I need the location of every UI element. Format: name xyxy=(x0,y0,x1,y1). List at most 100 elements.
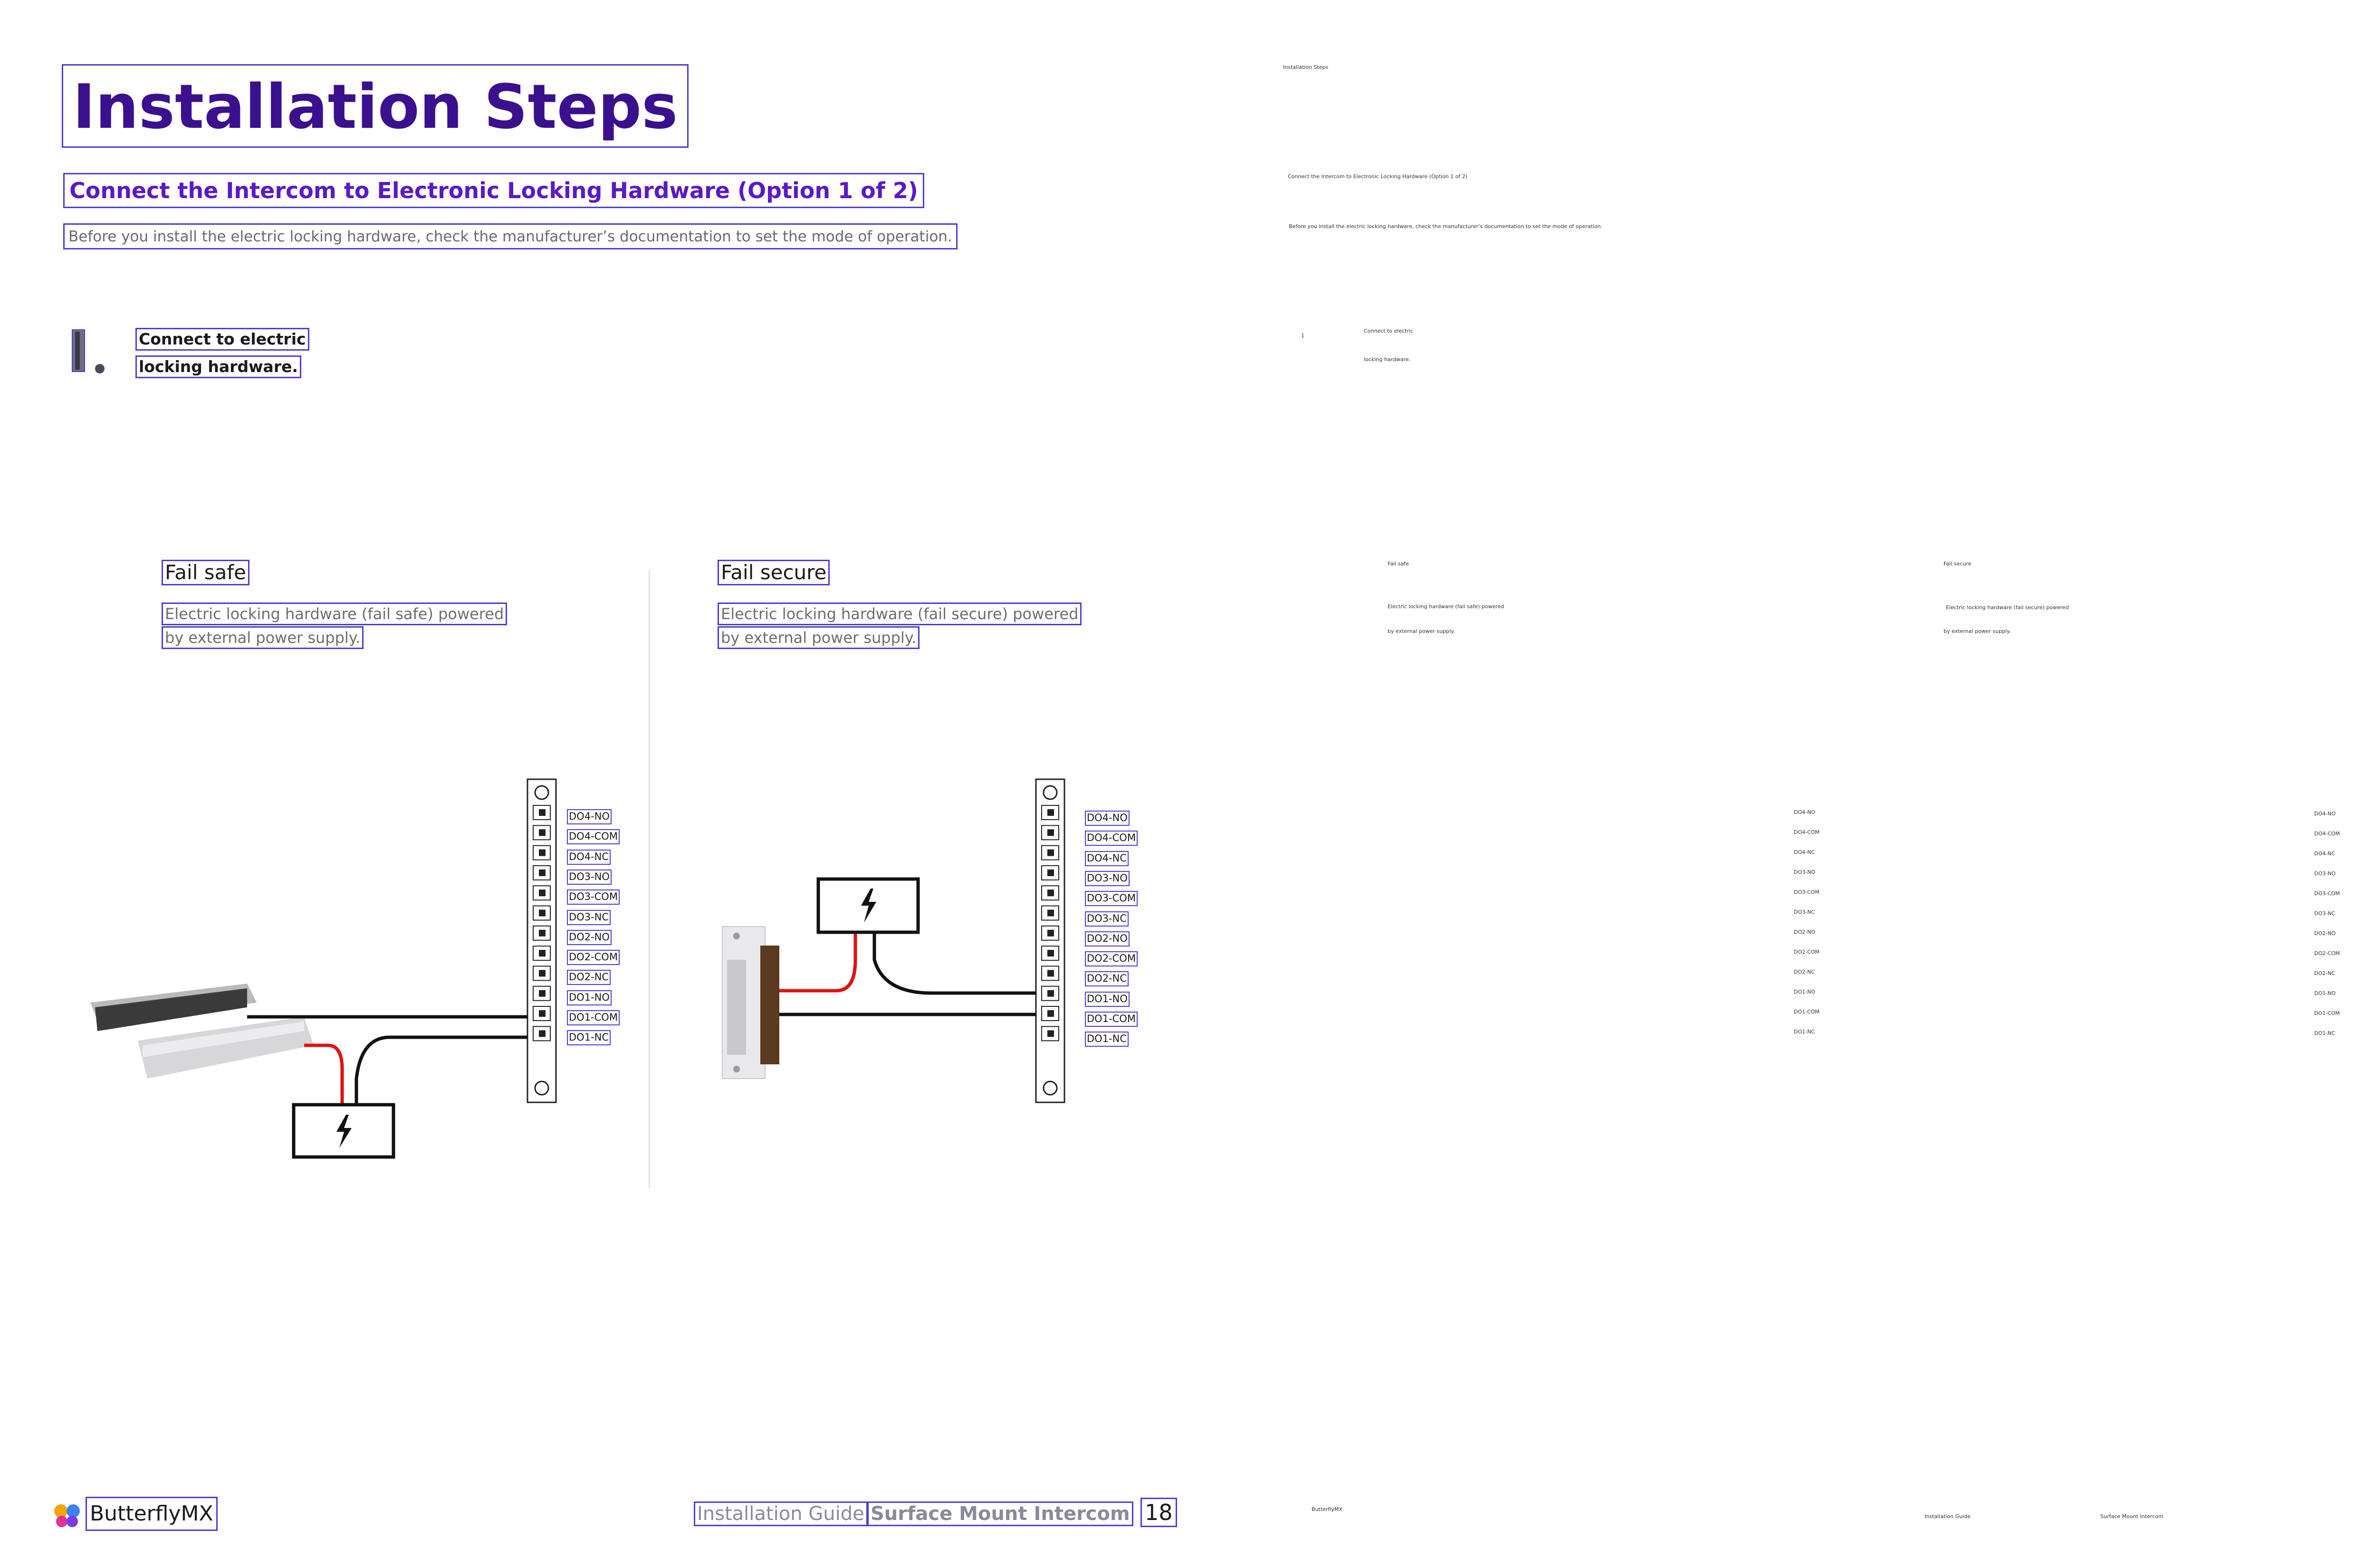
terminal-label: DO2-COM xyxy=(567,950,620,966)
terminal-label: DO2-COM xyxy=(1085,951,1138,967)
mirror-title: Installation Steps xyxy=(1283,64,1329,70)
terminal-screw xyxy=(539,849,546,856)
mirror-terminal-label: DO2-NC xyxy=(2314,970,2336,976)
terminal-screw xyxy=(1047,929,1054,937)
terminal-label: DO1-NC xyxy=(1085,1032,1129,1047)
wire-red xyxy=(304,1043,344,1105)
terminal-label: DO4-NC xyxy=(1085,851,1129,866)
mirror-terminal-label: DO2-NC xyxy=(1794,969,1815,975)
terminal-label: DO3-COM xyxy=(567,889,620,905)
mirror-terminal-label: DO3-NC xyxy=(2314,910,2336,917)
fail-safe-heading: Fail safe xyxy=(162,560,249,585)
fail-secure-desc-line1: Electric locking hardware (fail secure) … xyxy=(718,602,1082,625)
mirror-terminal-label: DO3-COM xyxy=(1794,889,1820,895)
mirror-terminal-label: DO1-NO xyxy=(1794,989,1815,995)
mirror-fail-safe-desc1: Electric locking hardware (fail safe) po… xyxy=(1388,603,1504,610)
terminal-screw xyxy=(1047,1010,1054,1017)
terminal-label: DO4-NC xyxy=(567,849,611,865)
fail-secure-desc-line2: by external power supply. xyxy=(718,626,920,649)
page-number: 18 xyxy=(1140,1498,1177,1527)
mirror-terminal-label: DO3-COM xyxy=(2314,890,2340,897)
mirror-product: Surface Mount Intercom xyxy=(2100,1513,2164,1520)
fail-secure-heading: Fail secure xyxy=(718,560,830,585)
terminal-label: DO2-NO xyxy=(567,929,612,945)
terminal-label: DO3-COM xyxy=(1085,891,1138,907)
terminal-screw xyxy=(539,929,546,937)
mirror-subtitle: Connect the Intercom to Electronic Locki… xyxy=(1288,173,1467,180)
terminal-label: DO2-NC xyxy=(567,970,611,985)
terminal-screw xyxy=(1047,950,1054,957)
mirror-terminal-label: DO3-NO xyxy=(2314,870,2336,877)
mirror-intro: Before you install the electric locking … xyxy=(1289,223,1602,229)
magnetic-lock-image xyxy=(90,984,314,1079)
step-text-line1: Connect to electric xyxy=(135,328,309,351)
mirror-terminal-label: DO1-COM xyxy=(1794,1009,1820,1015)
intro-text: Before you install the electric locking … xyxy=(63,223,958,249)
panel-divider xyxy=(649,570,650,1188)
terminal-screw xyxy=(1047,829,1054,836)
mirror-fail-secure-desc2: by external power supply. xyxy=(1944,628,2011,634)
mirror-terminal-label: DO4-NO xyxy=(1794,809,1815,815)
terminal-screw xyxy=(539,889,546,897)
mirror-terminal-label: DO2-NO xyxy=(2314,930,2336,937)
terminal-block xyxy=(1035,778,1065,1103)
power-supply-icon xyxy=(292,1103,395,1159)
terminal-label: DO3-NC xyxy=(567,909,611,925)
power-supply-icon xyxy=(816,877,920,934)
section-subtitle: Connect the Intercom to Electronic Locki… xyxy=(63,173,924,208)
mirror-step-line2: locking hardware. xyxy=(1364,356,1411,363)
mirror-terminal-label: DO4-NC xyxy=(1794,849,1815,855)
wire-red xyxy=(779,934,857,993)
footer-product-label: Surface Mount Intercom xyxy=(867,1501,1133,1526)
mirror-terminal-label: DO4-COM xyxy=(1794,829,1820,835)
terminal-screw xyxy=(1047,869,1054,876)
terminal-screw xyxy=(1047,1030,1054,1037)
mirror-guide: Installation Guide xyxy=(1925,1513,1971,1520)
terminal-label: DO3-NC xyxy=(1085,911,1129,927)
wire-black-2 xyxy=(354,1035,527,1105)
fail-safe-wiring-diagram xyxy=(90,778,557,1159)
mirror-terminal-label: DO2-COM xyxy=(2314,950,2340,956)
terminal-screw xyxy=(539,1030,546,1037)
mirror-terminal-label: DO4-NO xyxy=(2314,811,2336,817)
terminal-label: DO4-NO xyxy=(567,809,612,824)
fail-secure-wiring-diagram xyxy=(722,778,1065,1103)
mirror-terminal-label: DO1-NC xyxy=(2314,1030,2336,1036)
mirror-terminal-label: DO1-COM xyxy=(2314,1010,2340,1016)
butterfly-logo xyxy=(52,1502,82,1529)
mirror-terminal-label: DO1-NC xyxy=(1794,1029,1815,1035)
terminal-screw xyxy=(1047,849,1054,856)
mirror-terminal-label: DO4-COM xyxy=(2314,831,2340,837)
mirror-terminal-label: DO1-NO xyxy=(2314,990,2336,996)
mirror-terminal-label: DO2-COM xyxy=(1794,949,1820,955)
terminal-screw xyxy=(539,990,546,997)
mirror-terminal-label: DO3-NC xyxy=(1794,909,1815,915)
terminal-screw xyxy=(539,950,546,957)
terminal-screw xyxy=(539,829,546,836)
terminal-screw xyxy=(539,1010,546,1017)
terminal-label: DO2-NO xyxy=(1085,931,1130,947)
footer-guide-label: Installation Guide xyxy=(694,1501,868,1526)
terminal-label: DO1-NO xyxy=(567,990,612,1005)
terminal-label: DO4-NO xyxy=(1085,811,1130,826)
terminal-label: DO1-COM xyxy=(1085,1012,1138,1027)
terminal-screw xyxy=(1047,909,1054,917)
mirror-terminal-label: DO3-NO xyxy=(1794,869,1815,875)
terminal-screw xyxy=(539,970,546,977)
terminal-screw xyxy=(1047,970,1054,977)
step-text-line2: locking hardware. xyxy=(135,355,302,378)
fail-safe-desc-line2: by external power supply. xyxy=(162,626,364,649)
page-title: Installation Steps xyxy=(62,64,689,148)
terminal-label: DO3-NO xyxy=(1085,870,1130,886)
terminal-label: DO2-NC xyxy=(1085,971,1129,987)
terminal-screw xyxy=(1047,889,1054,897)
terminal-screw xyxy=(539,809,546,816)
terminal-block xyxy=(527,778,557,1103)
wire-black-1 xyxy=(872,934,1036,995)
electric-strike-image xyxy=(722,926,779,1079)
mirror-step-number: 1 xyxy=(1301,333,1304,339)
mirror-terminal-label: DO2-NO xyxy=(1794,929,1815,935)
terminal-label: DO1-NO xyxy=(1085,991,1130,1007)
mirror-fail-secure-desc1: Electric locking hardware (fail secure) … xyxy=(1946,604,2069,611)
terminal-label: DO1-NC xyxy=(567,1030,611,1046)
